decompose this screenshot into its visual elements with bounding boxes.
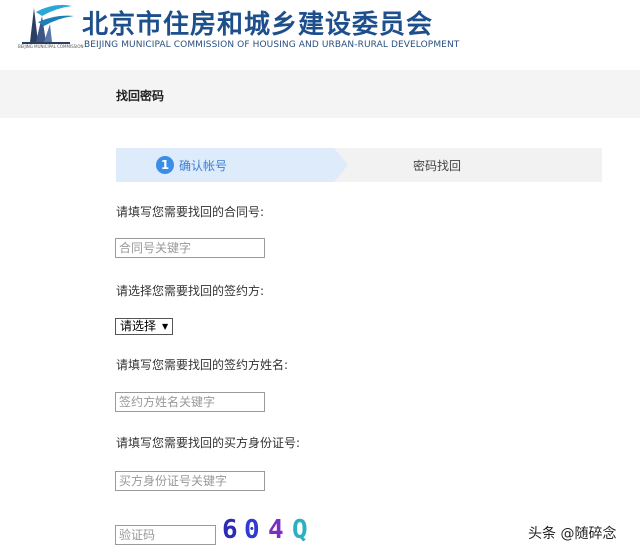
captcha-image[interactable]: 6 0 4 Q <box>220 510 320 544</box>
page-title-bar: 找回密码 <box>0 70 640 118</box>
site-subtitle: BEIJING MUNICIPAL COMMISSION OF HOUSING … <box>84 40 460 50</box>
progress-steps: 1 确认帐号 密码找回 <box>116 148 602 182</box>
watermark: 头条 @随碎念 <box>528 526 617 542</box>
party-label: 请选择您需要找回的签约方: <box>116 284 265 298</box>
site-title: 北京市住房和城乡建设委员会 <box>82 10 434 40</box>
party-select[interactable]: 请选择 ▼ <box>115 318 174 335</box>
contract-label: 请填写您需要找回的合同号: <box>116 205 265 219</box>
captcha-char: Q <box>292 515 308 544</box>
buyer-id-input[interactable]: 买方身份证号关键字 <box>115 471 265 491</box>
step-1-label: 确认帐号 <box>179 159 228 173</box>
logo-caption: BEIJING MUNICIPAL COMMISSION <box>18 44 84 49</box>
captcha-input[interactable]: 验证码 <box>115 525 216 545</box>
party-name-label: 请填写您需要找回的签约方姓名: <box>116 358 289 372</box>
site-header: BEIJING MUNICIPAL COMMISSION 北京市住房和城乡建设委… <box>0 0 640 70</box>
captcha-char: 0 <box>244 515 260 544</box>
party-select-value: 请选择 <box>120 319 157 333</box>
step-2-label: 密码找回 <box>413 159 462 173</box>
page-title: 找回密码 <box>116 89 165 103</box>
party-name-input[interactable]: 签约方姓名关键字 <box>115 392 265 412</box>
buyer-id-label: 请填写您需要找回的买方身份证号: <box>116 436 301 450</box>
contract-input[interactable]: 合同号关键字 <box>115 238 265 258</box>
captcha-char: 6 <box>222 515 238 544</box>
step-1-number: 1 <box>156 156 174 174</box>
step-1: 1 确认帐号 <box>116 148 334 182</box>
captcha-char: 4 <box>268 515 284 544</box>
dropdown-arrow-icon: ▼ <box>162 322 169 331</box>
step-arrow-icon <box>334 148 348 182</box>
